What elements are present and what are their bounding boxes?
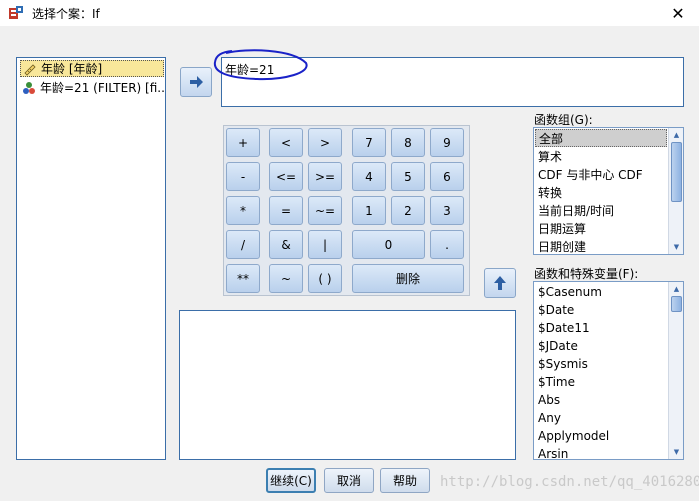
help-button[interactable]: 帮助 [380, 468, 430, 493]
continue-button[interactable]: 继续(C) [266, 468, 316, 493]
watermark: http://blog.csdn.net/qq_40162803 [440, 474, 699, 490]
key-or[interactable]: | [308, 230, 342, 259]
key-5[interactable]: 5 [391, 162, 425, 191]
function-item[interactable]: Abs [535, 391, 667, 409]
key-not[interactable]: ~ [269, 264, 303, 293]
key-decimal[interactable]: . [430, 230, 464, 259]
key-7[interactable]: 7 [352, 128, 386, 157]
scroll-down-icon[interactable]: ▼ [670, 241, 683, 253]
variable-item-age[interactable]: 年龄 [年龄] [20, 60, 164, 77]
arrow-right-icon [190, 76, 203, 88]
key-3[interactable]: 3 [430, 196, 464, 225]
function-group-item[interactable]: 转换 [535, 183, 667, 201]
function-item[interactable]: Applymodel [535, 427, 667, 445]
function-item[interactable]: $JDate [535, 337, 667, 355]
title-bar: 选择个案：If ✕ [0, 0, 699, 26]
function-group-item[interactable]: 当前日期/时间 [535, 201, 667, 219]
function-group-item[interactable]: 日期创建 [535, 237, 667, 254]
cancel-button[interactable]: 取消 [324, 468, 374, 493]
key-4[interactable]: 4 [352, 162, 386, 191]
function-item[interactable]: $Date [535, 301, 667, 319]
expression-text: 年龄=21 [225, 63, 275, 77]
scroll-thumb[interactable] [671, 142, 682, 202]
key-0[interactable]: 0 [352, 230, 425, 259]
expression-textarea[interactable]: 年龄=21 [221, 57, 684, 107]
move-variable-button[interactable] [180, 67, 212, 97]
key-power[interactable]: ** [226, 264, 260, 293]
function-group-item[interactable]: 日期运算 [535, 219, 667, 237]
close-icon: ✕ [671, 3, 685, 23]
scroll-up-icon[interactable]: ▲ [670, 129, 683, 141]
key-8[interactable]: 8 [391, 128, 425, 157]
key-plus[interactable]: + [226, 128, 260, 157]
key-delete[interactable]: 删除 [352, 264, 464, 293]
function-group-item[interactable]: CDF 与非中心 CDF [535, 165, 667, 183]
key-less[interactable]: < [269, 128, 303, 157]
variable-item-filter[interactable]: 年龄=21 (FILTER) [fi... [20, 79, 164, 96]
key-2[interactable]: 2 [391, 196, 425, 225]
function-description-area [179, 310, 516, 460]
function-group-list[interactable]: 全部 算术 CDF 与非中心 CDF 转换 当前日期/时间 日期运算 日期创建 ▲ ▼ [533, 127, 684, 255]
window-title: 选择个案：If [32, 7, 100, 21]
key-greater[interactable]: > [308, 128, 342, 157]
key-multiply[interactable]: * [226, 196, 260, 225]
calculator-keypad: + < >7 8 9 - <= >= 4 5 6 * = ~= 1 2 3 /& | 0. ** ~( ) 删除 [223, 125, 470, 296]
key-not-equal[interactable]: ~= [308, 196, 342, 225]
function-item[interactable]: Arsin [535, 445, 667, 459]
function-item[interactable]: $Casenum [535, 283, 667, 301]
key-less-equal[interactable]: <= [269, 162, 303, 191]
key-9[interactable]: 9 [430, 128, 464, 157]
ruler-icon [24, 63, 36, 76]
spss-app-icon [9, 6, 23, 19]
key-parentheses[interactable]: ( ) [308, 264, 342, 293]
nominal-balls-icon [23, 81, 35, 94]
variable-label: 年龄 [年龄] [41, 62, 103, 76]
function-group-label: 函数组(G): [534, 113, 593, 127]
key-equals[interactable]: = [269, 196, 303, 225]
functions-list[interactable]: $Casenum $Date $Date11 $JDate $Sysmis $Time Ab… [533, 281, 684, 460]
variable-label: 年龄=21 (FILTER) [fi... [40, 81, 164, 95]
functions-scrollbar[interactable]: ▲ ▼ [668, 282, 683, 459]
scroll-up-icon[interactable]: ▲ [670, 283, 683, 295]
scroll-down-icon[interactable]: ▼ [670, 446, 683, 458]
insert-function-button[interactable] [484, 268, 516, 298]
function-item[interactable]: Any [535, 409, 667, 427]
arrow-up-icon [494, 276, 506, 290]
function-item[interactable]: $Sysmis [535, 355, 667, 373]
functions-label: 函数和特殊变量(F): [534, 267, 639, 281]
key-greater-equal[interactable]: >= [308, 162, 342, 191]
function-item[interactable]: $Time [535, 373, 667, 391]
variable-list[interactable]: 年龄 [年龄] 年龄=21 (FILTER) [fi... [16, 57, 166, 460]
function-group-scrollbar[interactable]: ▲ ▼ [668, 128, 683, 254]
function-group-item[interactable]: 全部 [535, 129, 667, 147]
close-button[interactable]: ✕ [657, 0, 699, 26]
key-and[interactable]: & [269, 230, 303, 259]
scroll-thumb[interactable] [671, 296, 682, 312]
key-divide[interactable]: / [226, 230, 260, 259]
key-1[interactable]: 1 [352, 196, 386, 225]
function-item[interactable]: $Date11 [535, 319, 667, 337]
key-minus[interactable]: - [226, 162, 260, 191]
key-6[interactable]: 6 [430, 162, 464, 191]
function-group-item[interactable]: 算术 [535, 147, 667, 165]
